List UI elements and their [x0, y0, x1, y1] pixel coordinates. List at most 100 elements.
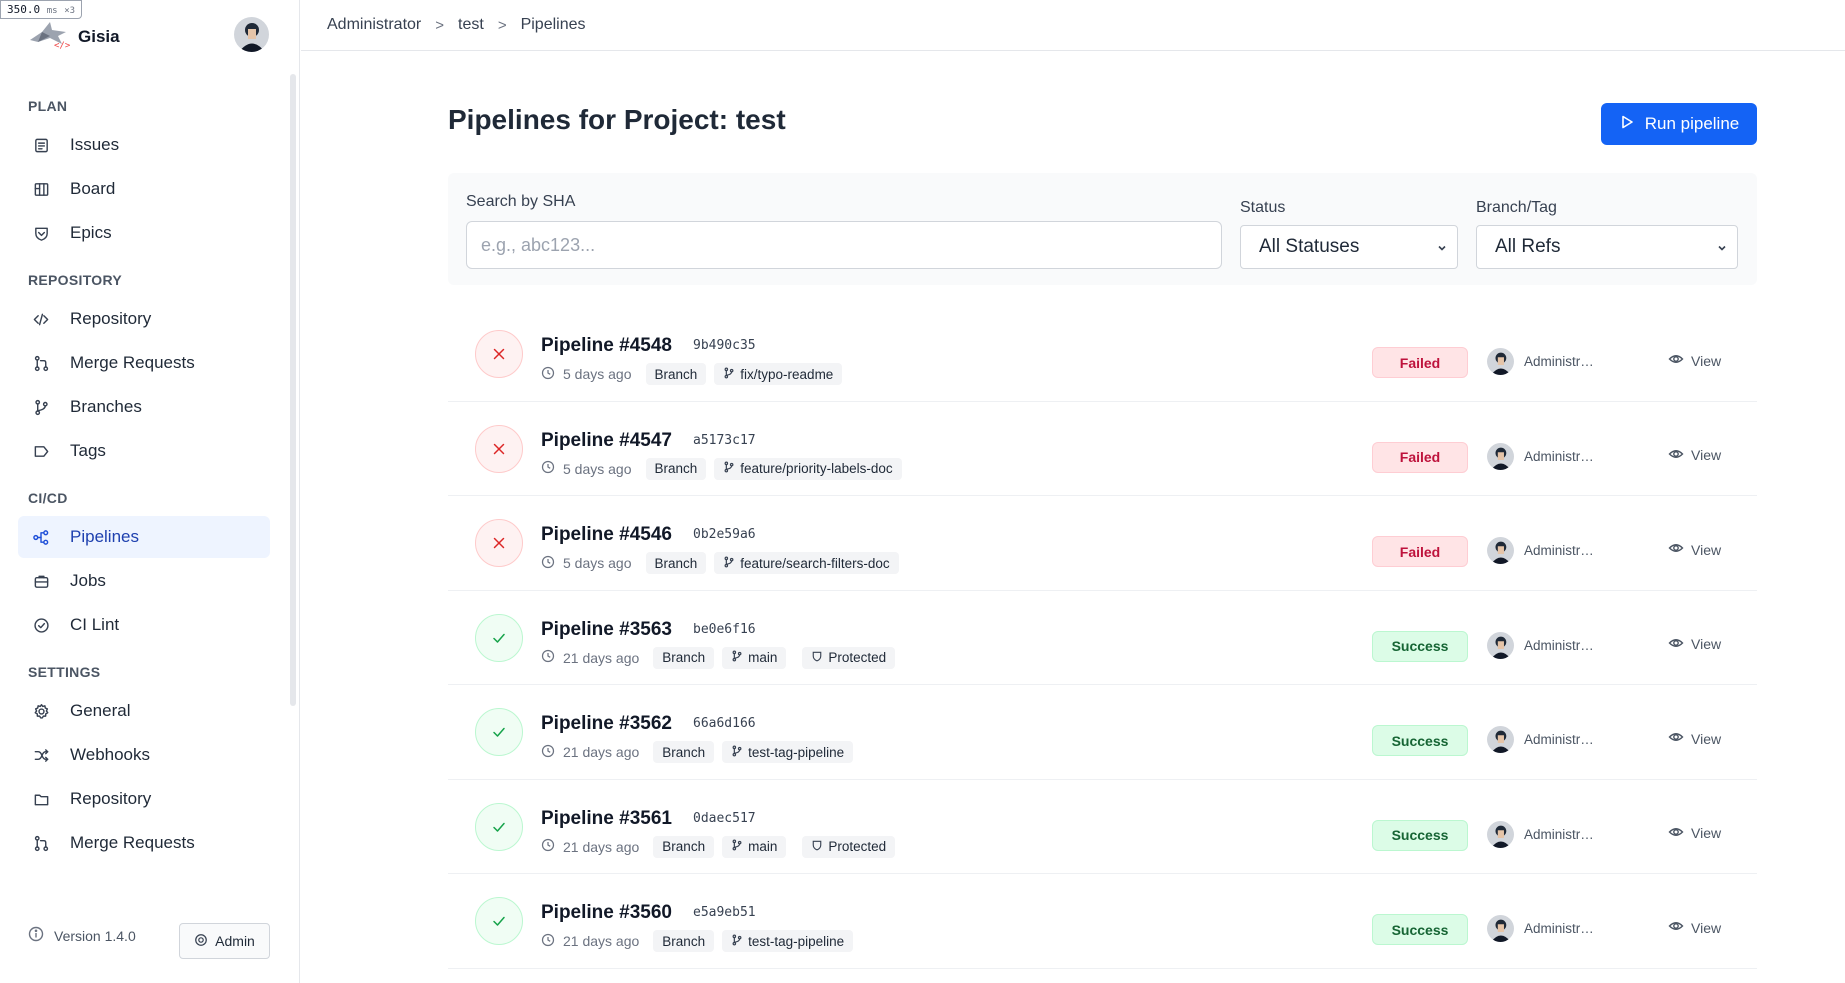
pipeline-time: 5 days ago [541, 460, 632, 477]
sidebar-item-webhooks[interactable]: Webhooks [18, 734, 270, 776]
view-pipeline-link[interactable]: View [1668, 918, 1721, 937]
merge-request-icon [32, 354, 50, 372]
sidebar-item-merge-requests[interactable]: Merge Requests [18, 822, 270, 864]
user-avatar[interactable] [234, 17, 269, 52]
time-text: 5 days ago [563, 366, 632, 382]
view-pipeline-link[interactable]: View [1668, 351, 1721, 370]
success-status-icon [475, 802, 523, 851]
ref-type-chip: Branch [653, 835, 715, 858]
sidebar-item-repository[interactable]: Repository [18, 298, 270, 340]
sidebar-item-general[interactable]: General [18, 690, 270, 732]
ref-chip[interactable]: test-tag-pipeline [722, 741, 854, 763]
ref-name: test-tag-pipeline [748, 933, 845, 949]
brand[interactable]: </> Gisia [28, 18, 120, 55]
ref-type-chip: Branch [653, 741, 715, 763]
view-label: View [1691, 447, 1722, 463]
svg-text:</>: </> [54, 41, 71, 50]
sidebar-item-label: Branches [70, 397, 142, 416]
view-pipeline-link[interactable]: View [1668, 635, 1721, 654]
pipeline-user[interactable]: Administr… [1487, 820, 1594, 848]
run-pipeline-label: Run pipeline [1644, 114, 1740, 133]
breadcrumb-item-project[interactable]: test [458, 16, 484, 34]
commit-sha[interactable]: 0daec517 [693, 811, 756, 826]
breadcrumb-item-user[interactable]: Administrator [327, 16, 421, 34]
ref-type-chip: Branch [645, 457, 707, 480]
sha-search-input[interactable] [466, 221, 1222, 269]
breadcrumb-item-current: Pipelines [520, 16, 586, 33]
pipeline-user[interactable]: Administr… [1487, 442, 1594, 470]
pipeline-row[interactable]: Pipeline #3562 66a6d166 21 days ago Bran… [448, 685, 1757, 780]
commit-sha[interactable]: e5a9eb51 [693, 905, 756, 920]
status-badge: Failed [1372, 536, 1468, 567]
sidebar-scrollbar[interactable] [290, 74, 296, 706]
sidebar-item-epics[interactable]: Epics [18, 212, 270, 254]
pipeline-user[interactable]: Administr… [1487, 631, 1594, 659]
view-pipeline-link[interactable]: View [1668, 729, 1721, 748]
sidebar-item-label: Merge Requests [70, 353, 195, 372]
perf-unit: ms [46, 6, 58, 16]
sidebar-item-branches[interactable]: Branches [18, 386, 270, 428]
clock-icon [541, 460, 555, 477]
run-pipeline-button[interactable]: Run pipeline [1601, 103, 1757, 145]
pipeline-user[interactable]: Administr… [1487, 348, 1594, 375]
admin-button[interactable]: Admin [179, 923, 270, 959]
pipeline-row[interactable]: Pipeline #4546 0b2e59a6 5 days ago Branc… [448, 496, 1757, 591]
pipeline-user[interactable]: Administr… [1487, 537, 1594, 564]
pipeline-row[interactable]: Pipeline #3561 0daec517 21 days ago Bran… [448, 780, 1757, 874]
pipeline-row[interactable]: Pipeline #4548 9b490c35 5 days ago Branc… [448, 307, 1757, 402]
commit-sha[interactable]: 0b2e59a6 [693, 527, 756, 542]
pipeline-row[interactable]: Pipeline #3560 e5a9eb51 21 days ago Bran… [448, 874, 1757, 969]
view-pipeline-link[interactable]: View [1668, 540, 1721, 559]
pipeline-meta: 21 days ago Branch test-tag-pipeline [541, 741, 854, 763]
view-pipeline-link[interactable]: View [1668, 824, 1721, 843]
pipeline-title[interactable]: Pipeline #3562 [541, 713, 672, 735]
pipeline-row[interactable]: Pipeline #4547 a5173c17 5 days ago Branc… [448, 402, 1757, 496]
pipeline-user[interactable]: Administr… [1487, 726, 1594, 753]
sidebar-item-label: Pipelines [70, 527, 139, 546]
shuffle-icon [32, 746, 50, 764]
sidebar-item-board[interactable]: Board [18, 168, 270, 210]
pipeline-row[interactable]: Pipeline #3563 be0e6f16 21 days ago Bran… [448, 591, 1757, 685]
ref-chip[interactable]: feature/search-filters-doc [714, 552, 899, 574]
pipeline-title[interactable]: Pipeline #4547 [541, 430, 672, 452]
commit-sha[interactable]: a5173c17 [693, 433, 756, 448]
sidebar-item-merge-requests[interactable]: Merge Requests [18, 342, 270, 384]
section-title-cicd: CI/CD [28, 490, 68, 506]
ref-select[interactable]: All Refs [1476, 225, 1738, 269]
gear-icon [32, 702, 50, 720]
ref-chip[interactable]: fix/typo-readme [714, 363, 843, 385]
ref-chip[interactable]: main [722, 835, 787, 858]
pipeline-title[interactable]: Pipeline #3563 [541, 619, 672, 641]
avatar [1487, 726, 1514, 753]
commit-sha[interactable]: 66a6d166 [693, 716, 756, 731]
gear-icon [194, 933, 208, 950]
clock-icon [541, 649, 555, 666]
commit-sha[interactable]: be0e6f16 [693, 622, 756, 637]
commit-sha[interactable]: 9b490c35 [693, 338, 756, 353]
sidebar-item-jobs[interactable]: Jobs [18, 560, 270, 602]
sidebar-item-repository[interactable]: Repository [18, 778, 270, 820]
sidebar-item-label: Repository [70, 789, 152, 808]
sidebar-item-ci-lint[interactable]: CI Lint [18, 604, 270, 646]
avatar [1487, 915, 1514, 942]
sidebar-item-tags[interactable]: Tags [18, 430, 270, 472]
sidebar-item-issues[interactable]: Issues [18, 124, 270, 166]
chevron-down-icon [1435, 239, 1449, 253]
view-label: View [1691, 352, 1722, 369]
brand-name: Gisia [78, 26, 120, 46]
ref-chip[interactable]: feature/priority-labels-doc [714, 457, 902, 480]
ref-chip[interactable]: test-tag-pipeline [722, 930, 854, 952]
pipeline-title[interactable]: Pipeline #4548 [541, 335, 672, 357]
sidebar-item-label: Jobs [70, 571, 106, 590]
status-select[interactable]: All Statuses [1240, 225, 1458, 269]
pipeline-title[interactable]: Pipeline #3561 [541, 808, 672, 830]
view-pipeline-link[interactable]: View [1668, 446, 1721, 465]
ref-chip[interactable]: main [722, 646, 787, 669]
section-title-repository: REPOSITORY [28, 272, 123, 288]
ref-name: main [748, 650, 778, 665]
pipeline-title[interactable]: Pipeline #3560 [541, 902, 672, 924]
sidebar-item-pipelines[interactable]: Pipelines [18, 516, 270, 558]
pipeline-user[interactable]: Administr… [1487, 915, 1594, 942]
ref-name: main [748, 839, 778, 854]
pipeline-title[interactable]: Pipeline #4546 [541, 524, 672, 546]
